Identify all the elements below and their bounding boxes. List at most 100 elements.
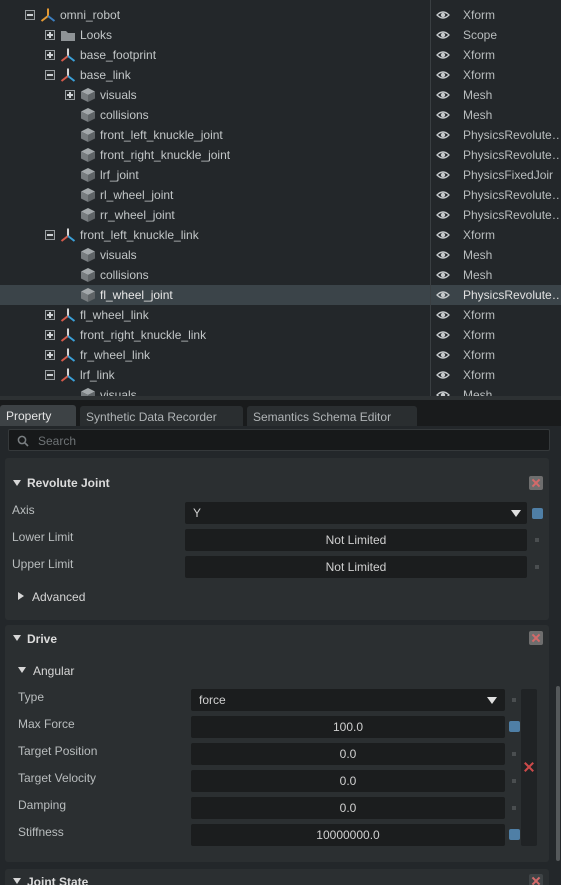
expand-icon[interactable] xyxy=(45,50,55,60)
tab-property[interactable]: Property xyxy=(0,405,76,427)
tree-row[interactable]: lrf_link Xform xyxy=(0,365,561,385)
tree-row[interactable]: omni_robot Xform xyxy=(0,5,561,25)
target-velocity-default-marker[interactable] xyxy=(512,779,516,783)
tab-semantics-schema-editor[interactable]: Semantics Schema Editor xyxy=(247,406,417,427)
tree-row[interactable]: lrf_joint PhysicsFixedJoir xyxy=(0,165,561,185)
tree-row[interactable]: fr_wheel_link Xform xyxy=(0,345,561,365)
target-position-field[interactable]: 0.0 xyxy=(191,743,505,765)
eye-visibility-icon[interactable] xyxy=(436,29,450,41)
eye-visibility-icon[interactable] xyxy=(436,9,450,21)
advanced-section-header[interactable]: Advanced xyxy=(5,583,205,604)
target-velocity-field[interactable]: 0.0 xyxy=(191,770,505,792)
collapse-icon[interactable] xyxy=(45,70,55,80)
remove-joint-state-button[interactable] xyxy=(529,874,543,885)
lower-limit-field[interactable]: Not Limited xyxy=(185,529,527,551)
eye-visibility-icon[interactable] xyxy=(436,209,450,221)
tree-row-type: PhysicsRevolute… xyxy=(463,288,559,302)
tree-row-name: lrf_joint xyxy=(100,168,139,182)
joint-state-header[interactable]: Joint State xyxy=(5,869,549,885)
eye-visibility-icon[interactable] xyxy=(436,369,450,381)
mesh-cube-icon xyxy=(81,88,95,102)
collapse-icon[interactable] xyxy=(25,10,35,20)
eye-visibility-icon[interactable] xyxy=(436,149,450,161)
tree-row[interactable]: Looks Scope xyxy=(0,25,561,45)
tree-row-name: visuals xyxy=(100,388,137,396)
tree-row[interactable]: collisions Mesh xyxy=(0,105,561,125)
collapse-icon[interactable] xyxy=(45,370,55,380)
tree-row[interactable]: visuals Mesh xyxy=(0,85,561,105)
tree-row-type: Xform xyxy=(463,348,496,362)
eye-visibility-icon[interactable] xyxy=(436,89,450,101)
tree-row[interactable]: visuals Mesh xyxy=(0,385,561,396)
eye-visibility-icon[interactable] xyxy=(436,169,450,181)
tree-row[interactable]: collisions Mesh xyxy=(0,265,561,285)
angular-section-header[interactable]: Angular xyxy=(5,659,205,679)
remove-drive-button[interactable] xyxy=(529,631,543,645)
tree-row-name: visuals xyxy=(100,88,137,102)
eye-visibility-icon[interactable] xyxy=(436,189,450,201)
eye-visibility-icon[interactable] xyxy=(436,249,450,261)
eye-visibility-icon[interactable] xyxy=(436,329,450,341)
tree-row[interactable]: fl_wheel_link Xform xyxy=(0,305,561,325)
tree-row-type: Mesh xyxy=(463,248,493,262)
search-placeholder: Search xyxy=(38,434,77,448)
upper-limit-value: Not Limited xyxy=(325,560,387,574)
drive-header[interactable]: Drive xyxy=(5,625,549,649)
upper-limit-field[interactable]: Not Limited xyxy=(185,556,527,578)
tab-synthetic-data-recorder[interactable]: Synthetic Data Recorder xyxy=(80,406,243,427)
expand-icon[interactable] xyxy=(45,30,55,40)
max-force-field[interactable]: 100.0 xyxy=(191,716,505,738)
tree-row[interactable]: front_left_knuckle_link Xform xyxy=(0,225,561,245)
tree-row[interactable]: front_left_knuckle_joint PhysicsRevolute… xyxy=(0,125,561,145)
eye-visibility-icon[interactable] xyxy=(436,49,450,61)
damping-label: Damping xyxy=(18,798,67,812)
expand-icon[interactable] xyxy=(45,350,55,360)
eye-visibility-icon[interactable] xyxy=(436,129,450,141)
upper-limit-default-marker[interactable] xyxy=(535,565,539,569)
tree-row[interactable]: rr_wheel_joint PhysicsRevolute… xyxy=(0,205,561,225)
tree-row-name: omni_robot xyxy=(60,8,121,22)
tree-row-name: front_right_knuckle_link xyxy=(80,328,207,342)
tree-row[interactable]: visuals Mesh xyxy=(0,245,561,265)
tree-row-type: Xform xyxy=(463,228,496,242)
eye-visibility-icon[interactable] xyxy=(436,289,450,301)
drive-frame: Drive Angular Type force Max Force 100.0… xyxy=(5,625,549,862)
advanced-label: Advanced xyxy=(32,590,86,604)
drive-type-default-marker[interactable] xyxy=(512,698,516,702)
expand-icon[interactable] xyxy=(45,310,55,320)
tree-row[interactable]: front_right_knuckle_link Xform xyxy=(0,325,561,345)
tree-row[interactable]: base_link Xform xyxy=(0,65,561,85)
tree-row[interactable]: base_footprint Xform xyxy=(0,45,561,65)
remove-revolute-joint-button[interactable] xyxy=(529,476,543,490)
target-position-default-marker[interactable] xyxy=(512,752,516,756)
property-scrollbar[interactable] xyxy=(556,686,560,861)
eye-visibility-icon[interactable] xyxy=(436,269,450,281)
lower-limit-default-marker[interactable] xyxy=(535,538,539,542)
axis-dropdown[interactable]: Y xyxy=(185,502,527,524)
max-force-override-marker[interactable] xyxy=(509,721,520,732)
tree-row[interactable]: front_right_knuckle_joint PhysicsRevolute… xyxy=(0,145,561,165)
eye-visibility-icon[interactable] xyxy=(436,69,450,81)
tree-row[interactable]: fl_wheel_joint PhysicsRevolute… xyxy=(0,285,561,305)
eye-visibility-icon[interactable] xyxy=(436,349,450,361)
expand-icon[interactable] xyxy=(45,330,55,340)
tree-row[interactable]: rl_wheel_joint PhysicsRevolute… xyxy=(0,185,561,205)
collapse-icon[interactable] xyxy=(45,230,55,240)
tree-row-type: Mesh xyxy=(463,388,493,396)
stiffness-field[interactable]: 10000000.0 xyxy=(191,824,505,846)
angular-remove-strip xyxy=(521,689,537,846)
eye-visibility-icon[interactable] xyxy=(436,229,450,241)
stiffness-override-marker[interactable] xyxy=(509,829,520,840)
eye-visibility-icon[interactable] xyxy=(436,309,450,321)
damping-field[interactable]: 0.0 xyxy=(191,797,505,819)
remove-angular-drive-icon[interactable] xyxy=(523,761,535,773)
eye-visibility-icon[interactable] xyxy=(436,109,450,121)
revolute-joint-header[interactable]: Revolute Joint xyxy=(5,458,549,490)
expand-icon[interactable] xyxy=(65,90,75,100)
drive-type-dropdown[interactable]: force xyxy=(191,689,505,711)
eye-visibility-icon[interactable] xyxy=(436,389,450,396)
damping-default-marker[interactable] xyxy=(512,806,516,810)
column-divider[interactable] xyxy=(430,0,431,396)
axis-override-marker[interactable] xyxy=(532,508,543,519)
property-search-input[interactable]: Search xyxy=(8,429,550,451)
